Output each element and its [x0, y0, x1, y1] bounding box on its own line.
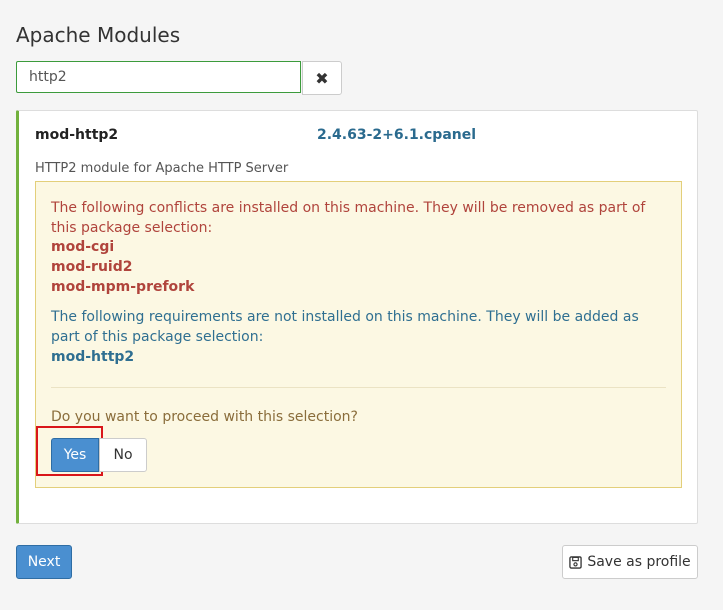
requirements-message: The following requirements are not insta… [51, 309, 639, 345]
package-name: mod-http2 [35, 127, 119, 143]
close-icon: ✖ [315, 68, 329, 88]
conflict-item: mod-mpm-prefork [51, 279, 195, 295]
conflicts-list: mod-cgi mod-ruid2 mod-mpm-prefork [51, 237, 194, 297]
no-button[interactable]: No [99, 438, 147, 472]
requirements-list: mod-http2 [51, 347, 134, 367]
package-version[interactable]: 2.4.63-2+6.1.cpanel [317, 127, 476, 143]
conflict-item: mod-cgi [51, 239, 115, 255]
conflict-item: mod-ruid2 [51, 259, 133, 275]
next-button[interactable]: Next [16, 545, 72, 579]
conflict-warning: The following conflicts are installed on… [35, 181, 682, 488]
page-title: Apache Modules [16, 23, 181, 47]
save-as-profile-button[interactable]: Save as profile [562, 545, 698, 579]
save-label: Save as profile [587, 554, 691, 570]
conflicts-message: The following conflicts are installed on… [51, 200, 646, 236]
yes-button[interactable]: Yes [51, 438, 99, 472]
package-description: HTTP2 module for Apache HTTP Server [35, 161, 289, 176]
package-card: mod-http2 2.4.63-2+6.1.cpanel HTTP2 modu… [16, 110, 698, 524]
proceed-question: Do you want to proceed with this selecti… [51, 409, 358, 425]
search-input[interactable] [16, 61, 301, 93]
divider [51, 387, 666, 388]
save-icon [569, 555, 583, 569]
clear-search-button[interactable]: ✖ [302, 61, 342, 95]
requirement-item: mod-http2 [51, 349, 135, 365]
